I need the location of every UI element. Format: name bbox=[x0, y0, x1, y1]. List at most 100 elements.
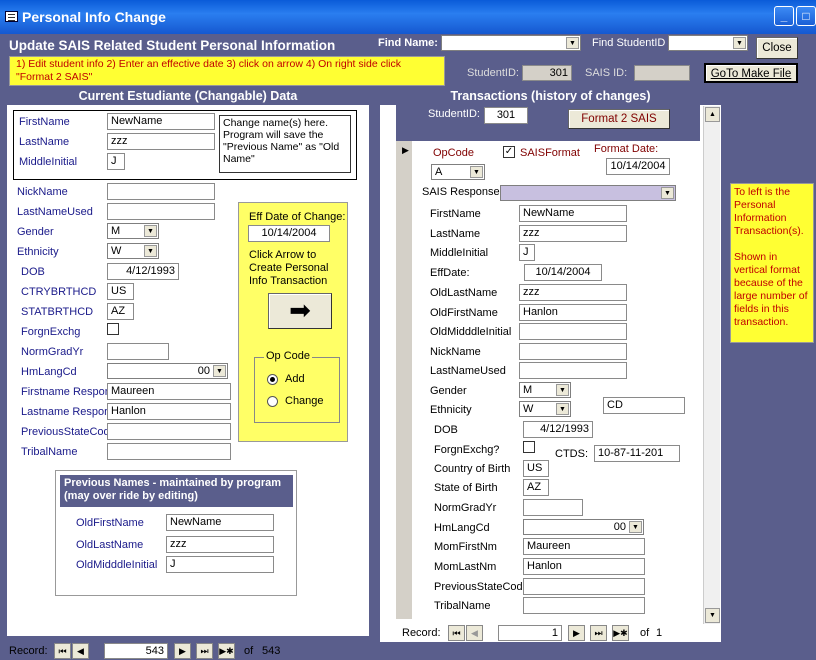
tx-ethnicity-combo[interactable]: W ▼ bbox=[519, 401, 571, 417]
tx-oldlastname-input[interactable]: zzz bbox=[519, 284, 627, 301]
tx-country-input[interactable]: US bbox=[523, 460, 549, 477]
tx-effdate-input[interactable]: 10/14/2004 bbox=[524, 264, 602, 281]
forgnexchg-label: ForgnExchg bbox=[21, 326, 81, 338]
sais-response-label: SAIS Response: bbox=[422, 186, 503, 198]
chevron-down-icon[interactable]: ▼ bbox=[144, 245, 157, 257]
lastname-respon-input[interactable]: Hanlon bbox=[107, 403, 231, 420]
maximize-button[interactable]: □ bbox=[796, 6, 816, 26]
tx-momlastnm-input[interactable]: Hanlon bbox=[523, 558, 645, 575]
scroll-down-icon[interactable]: ▼ bbox=[705, 608, 720, 623]
tx-oldmiddleinitial-input[interactable] bbox=[519, 323, 627, 340]
prev-record-button[interactable]: ◀ bbox=[72, 643, 89, 659]
tx-momfirstnm-input[interactable]: Maureen bbox=[523, 538, 645, 555]
oldfirstname-input[interactable]: NewName bbox=[166, 514, 274, 531]
tx-previousstatecod-label: PreviousStateCod bbox=[434, 581, 523, 593]
firstname-respon-input[interactable]: Maureen bbox=[107, 383, 231, 400]
tx-first-record-button[interactable]: ⏮ bbox=[448, 625, 465, 641]
hmlangcd-label: HmLangCd bbox=[21, 366, 77, 378]
opcode-add-radio[interactable] bbox=[267, 374, 278, 385]
lastnameused-input[interactable] bbox=[107, 203, 215, 220]
chevron-down-icon[interactable]: ▼ bbox=[733, 37, 746, 49]
tx-normgradyr-input[interactable] bbox=[523, 499, 583, 516]
tx-momlastnm-label: MomLastNm bbox=[434, 561, 497, 573]
tx-firstname-label: FirstName bbox=[430, 208, 481, 220]
first-record-button[interactable]: ⏮ bbox=[54, 643, 71, 659]
sais-response-combo[interactable]: ▼ bbox=[500, 185, 676, 201]
tx-momfirstnm-label: MomFirstNm bbox=[434, 541, 497, 553]
middleinitial-input[interactable]: J bbox=[107, 153, 125, 170]
firstname-respon-label: Firstname Respon bbox=[21, 386, 111, 398]
tx-dob-input[interactable]: 4/12/1993 bbox=[523, 421, 593, 438]
next-record-button[interactable]: ▶ bbox=[174, 643, 191, 659]
create-transaction-arrow-button[interactable]: ➡ bbox=[268, 293, 332, 329]
tx-oldlastname-label: OldLastName bbox=[430, 287, 498, 299]
firstname-input[interactable]: NewName bbox=[107, 113, 215, 130]
tx-ctds-input[interactable]: 10-87-11-201 bbox=[594, 445, 680, 462]
saisformat-checkbox[interactable]: ✓ bbox=[503, 146, 515, 158]
oldfirstname-label: OldFirstName bbox=[76, 517, 144, 529]
tx-nickname-input[interactable] bbox=[519, 343, 627, 360]
tx-middleinitial-input[interactable]: J bbox=[519, 244, 535, 261]
tx-next-record-button[interactable]: ▶ bbox=[568, 625, 585, 641]
tx-forgnexchg-checkbox[interactable] bbox=[523, 441, 535, 453]
format-2-sais-button[interactable]: Format 2 SAIS bbox=[568, 109, 670, 129]
tx-opcode-combo[interactable]: A ▼ bbox=[431, 164, 485, 180]
record-selector[interactable]: ▶ bbox=[396, 141, 412, 619]
opcode-change-radio[interactable] bbox=[267, 396, 278, 407]
dob-input[interactable]: 4/12/1993 bbox=[107, 263, 179, 280]
tx-last-record-button[interactable]: ⏭ bbox=[590, 625, 607, 641]
find-name-combo[interactable]: ▼ bbox=[441, 35, 581, 51]
oldmiddleinitial-input[interactable]: J bbox=[166, 556, 274, 573]
hmlangcd-combo[interactable]: 00 ▼ bbox=[107, 363, 228, 379]
find-studentid-combo[interactable]: ▼ bbox=[668, 35, 748, 51]
tx-dob-label: DOB bbox=[434, 424, 458, 436]
eff-date-input[interactable]: 10/14/2004 bbox=[248, 225, 330, 242]
chevron-down-icon[interactable]: ▼ bbox=[144, 225, 157, 237]
chevron-down-icon[interactable]: ▼ bbox=[213, 365, 226, 377]
opcode-add-label: Add bbox=[285, 373, 305, 385]
lastname-input[interactable]: zzz bbox=[107, 133, 215, 150]
tx-previousstatecod-input[interactable] bbox=[523, 578, 645, 595]
record-number-input[interactable]: 543 bbox=[104, 643, 168, 659]
find-studentid-label: Find StudentID bbox=[592, 37, 666, 49]
tx-gender-combo[interactable]: M ▼ bbox=[519, 382, 571, 398]
tribalname-input[interactable] bbox=[107, 443, 231, 460]
chevron-down-icon[interactable]: ▼ bbox=[661, 187, 674, 199]
tx-prev-record-button[interactable]: ◀ bbox=[466, 625, 483, 641]
ethnicity-combo[interactable]: W ▼ bbox=[107, 243, 159, 259]
lastnameused-label: LastNameUsed bbox=[17, 206, 93, 218]
gender-combo[interactable]: M ▼ bbox=[107, 223, 159, 239]
tx-lastname-input[interactable]: zzz bbox=[519, 225, 627, 242]
tx-lastnameused-input[interactable] bbox=[519, 362, 627, 379]
new-record-button[interactable]: ▶✱ bbox=[218, 643, 235, 659]
minimize-button[interactable]: _ bbox=[774, 6, 794, 26]
nickname-input[interactable] bbox=[107, 183, 215, 200]
normgradyr-input[interactable] bbox=[107, 343, 169, 360]
tx-firstname-input[interactable]: NewName bbox=[519, 205, 627, 222]
tx-oldfirstname-input[interactable]: Hanlon bbox=[519, 304, 627, 321]
chevron-down-icon[interactable]: ▼ bbox=[556, 403, 569, 415]
dob-label: DOB bbox=[21, 266, 45, 278]
close-button[interactable]: Close bbox=[756, 37, 798, 59]
goto-make-file-button[interactable]: GoTo Make File bbox=[704, 63, 798, 83]
previousstatecod-input[interactable] bbox=[107, 423, 231, 440]
tx-forgnexchg-label: ForgnExchg? bbox=[434, 444, 500, 456]
tx-effdate-label: EffDate: bbox=[430, 267, 470, 279]
statbrthcd-input[interactable]: AZ bbox=[107, 303, 134, 320]
tx-hmlangcd-combo[interactable]: 00 ▼ bbox=[523, 519, 644, 535]
tx-state-input[interactable]: AZ bbox=[523, 479, 549, 496]
tx-new-record-button[interactable]: ▶✱ bbox=[612, 625, 629, 641]
tx-tribalname-input[interactable] bbox=[523, 597, 645, 614]
tx-record-number-input[interactable]: 1 bbox=[498, 625, 562, 641]
scroll-up-icon[interactable]: ▲ bbox=[705, 107, 720, 122]
oldlastname-input[interactable]: zzz bbox=[166, 536, 274, 553]
last-record-button[interactable]: ⏭ bbox=[196, 643, 213, 659]
chevron-down-icon[interactable]: ▼ bbox=[566, 37, 579, 49]
chevron-down-icon[interactable]: ▼ bbox=[629, 521, 642, 533]
chevron-down-icon[interactable]: ▼ bbox=[470, 166, 483, 178]
forgnexchg-checkbox[interactable] bbox=[107, 323, 119, 335]
chevron-down-icon[interactable]: ▼ bbox=[556, 384, 569, 396]
transactions-scrollbar[interactable]: ▲ ▼ bbox=[703, 106, 720, 624]
ctrybrthcd-input[interactable]: US bbox=[107, 283, 134, 300]
tx-cd-input[interactable]: CD bbox=[603, 397, 685, 414]
